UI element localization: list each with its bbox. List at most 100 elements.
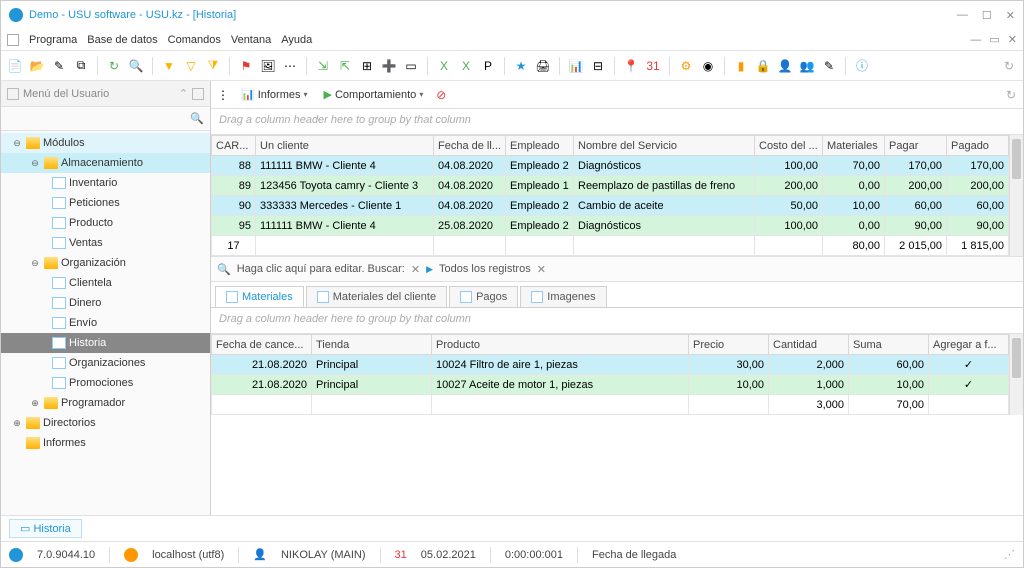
menu-programa[interactable]: Programa	[29, 34, 77, 46]
tool-cal-icon[interactable]: ⊟	[590, 58, 606, 74]
group-header-1[interactable]: Drag a column header here to group by th…	[211, 109, 1023, 135]
tree-programador[interactable]: ⊕Programador	[1, 393, 210, 413]
tree-inventario[interactable]: Inventario	[1, 173, 210, 193]
tab-materiales[interactable]: Materiales	[215, 286, 304, 307]
tree-historia[interactable]: Historia	[1, 333, 210, 353]
tool-form-icon[interactable]: ▭	[403, 58, 419, 74]
filter-all[interactable]: Todos los registros	[439, 263, 531, 275]
tool-export-icon[interactable]: ⇲	[315, 58, 331, 74]
filter-all-clear-icon[interactable]: ✕	[537, 263, 546, 276]
sub-help-icon[interactable]: ↻	[1003, 87, 1019, 103]
grid-main[interactable]: CAR... Un cliente Fecha de ll... Emplead…	[211, 135, 1009, 256]
tree-informes[interactable]: Informes	[1, 433, 210, 453]
tool-help-icon[interactable]: ↻	[1001, 58, 1017, 74]
col-empleado[interactable]: Empleado	[506, 136, 574, 156]
grid-detail[interactable]: Fecha de cance... Tienda Producto Precio…	[211, 334, 1009, 415]
menu-ventana[interactable]: Ventana	[231, 34, 271, 46]
mdi-minimize-icon[interactable]: —	[970, 34, 981, 46]
tool-open-icon[interactable]: 📂	[29, 58, 45, 74]
col2-tienda[interactable]: Tienda	[312, 335, 432, 355]
tool-grid-icon[interactable]: ⊞	[359, 58, 375, 74]
tree-envio[interactable]: Envío	[1, 313, 210, 333]
tree-clientela[interactable]: Clientela	[1, 273, 210, 293]
tool-print-icon[interactable]: 🖨	[535, 58, 551, 74]
scrollbar-detail[interactable]	[1009, 334, 1023, 415]
menu-comandos[interactable]: Comandos	[168, 34, 221, 46]
sidebar-up-icon[interactable]: ⌃	[179, 87, 188, 100]
tool-star-icon[interactable]: ★	[513, 58, 529, 74]
close-button[interactable]: ✕	[1006, 9, 1015, 22]
filter-bar[interactable]: 🔍 Haga clic aquí para editar. Buscar: ✕ …	[211, 256, 1023, 282]
tool-search-icon[interactable]: 🔍	[128, 58, 144, 74]
status-resize-icon[interactable]: ⋰	[1004, 548, 1015, 561]
tool-new-icon[interactable]: 📄	[7, 58, 23, 74]
menu-basedatos[interactable]: Base de datos	[87, 34, 157, 46]
btn-informes[interactable]: 📊Informes▾	[235, 86, 314, 103]
tool-filter-icon[interactable]: ▼	[161, 58, 177, 74]
tab-mat-cliente[interactable]: Materiales del cliente	[306, 286, 447, 307]
col-costo[interactable]: Costo del ...	[755, 136, 823, 156]
tree-directorios[interactable]: ⊕Directorios	[1, 413, 210, 433]
mdi-restore-icon[interactable]: ▭	[989, 33, 999, 46]
tool-copy-icon[interactable]: ⧉	[73, 58, 89, 74]
tool-pin-icon[interactable]: 📍	[623, 58, 639, 74]
filter-clear-icon[interactable]: ✕	[411, 263, 420, 276]
tool-wand-icon[interactable]: ✎	[821, 58, 837, 74]
col2-fecha[interactable]: Fecha de cance...	[212, 335, 312, 355]
tree-dinero[interactable]: Dinero	[1, 293, 210, 313]
btn-stop-icon[interactable]: ⊘	[433, 87, 449, 103]
tool-gear-icon[interactable]: ⚙	[678, 58, 694, 74]
tool-import-icon[interactable]: ⇱	[337, 58, 353, 74]
tool-filter3-icon[interactable]: ⧩	[205, 58, 221, 74]
col-car[interactable]: CAR...	[212, 136, 256, 156]
col-cliente[interactable]: Un cliente	[256, 136, 434, 156]
sidebar-search-icon[interactable]: 🔍	[190, 112, 204, 125]
tool-lock-icon[interactable]: 🔒	[755, 58, 771, 74]
tree-organizaciones[interactable]: Organizaciones	[1, 353, 210, 373]
tool-user-icon[interactable]: 👤	[777, 58, 793, 74]
col-pagar[interactable]: Pagar	[885, 136, 947, 156]
sidebar-pin-icon[interactable]	[192, 88, 204, 100]
col2-suma[interactable]: Suma	[849, 335, 929, 355]
tool-add-icon[interactable]: ➕	[381, 58, 397, 74]
tool-refresh-icon[interactable]: ↻	[106, 58, 122, 74]
tree-promociones[interactable]: Promociones	[1, 373, 210, 393]
tool-filter2-icon[interactable]: ▽	[183, 58, 199, 74]
mdi-close-icon[interactable]: ✕	[1008, 33, 1017, 46]
tool-flag-icon[interactable]: ⚑	[238, 58, 254, 74]
tree-modulos[interactable]: ⊖Módulos	[1, 133, 210, 153]
menu-ayuda[interactable]: Ayuda	[281, 34, 312, 46]
tool-pdf-icon[interactable]: P	[480, 58, 496, 74]
col2-producto[interactable]: Producto	[432, 335, 689, 355]
tool-info-icon[interactable]: ⓘ	[854, 58, 870, 74]
tree-producto[interactable]: Producto	[1, 213, 210, 233]
tree-almacenamiento[interactable]: ⊖Almacenamiento	[1, 153, 210, 173]
tool-excel-icon[interactable]: X	[436, 58, 452, 74]
tool-image-icon[interactable]: 🖼	[260, 58, 276, 74]
tab-imagenes[interactable]: Imagenes	[520, 286, 606, 307]
col2-agregar[interactable]: Agregar a f...	[929, 335, 1009, 355]
filter-edit[interactable]: Haga clic aquí para editar. Buscar:	[237, 263, 405, 275]
tree-organizacion[interactable]: ⊖Organización	[1, 253, 210, 273]
tool-chart-icon[interactable]: 📊	[568, 58, 584, 74]
scrollbar-main[interactable]	[1009, 135, 1023, 256]
col-mat[interactable]: Materiales	[823, 136, 885, 156]
tool-edit-icon[interactable]: ✎	[51, 58, 67, 74]
col-fecha[interactable]: Fecha de ll...	[434, 136, 506, 156]
tool-users-icon[interactable]: 👥	[799, 58, 815, 74]
tab-pagos[interactable]: Pagos	[449, 286, 518, 307]
tool-more-icon[interactable]: ⋯	[282, 58, 298, 74]
group-header-2[interactable]: Drag a column header here to group by th…	[211, 308, 1023, 334]
tree-peticiones[interactable]: Peticiones	[1, 193, 210, 213]
tool-rss-icon[interactable]: ▮	[733, 58, 749, 74]
col-pagado[interactable]: Pagado	[947, 136, 1009, 156]
minimize-button[interactable]: —	[957, 9, 968, 22]
tool-excel2-icon[interactable]: X	[458, 58, 474, 74]
btab-historia[interactable]: ▭ Historia	[9, 519, 82, 538]
col2-cantidad[interactable]: Cantidad	[769, 335, 849, 355]
col-servicio[interactable]: Nombre del Servicio	[574, 136, 755, 156]
col2-precio[interactable]: Precio	[689, 335, 769, 355]
tree-ventas[interactable]: Ventas	[1, 233, 210, 253]
maximize-button[interactable]: ☐	[982, 9, 992, 22]
btn-comportamiento[interactable]: ▶Comportamiento▾	[318, 86, 430, 103]
